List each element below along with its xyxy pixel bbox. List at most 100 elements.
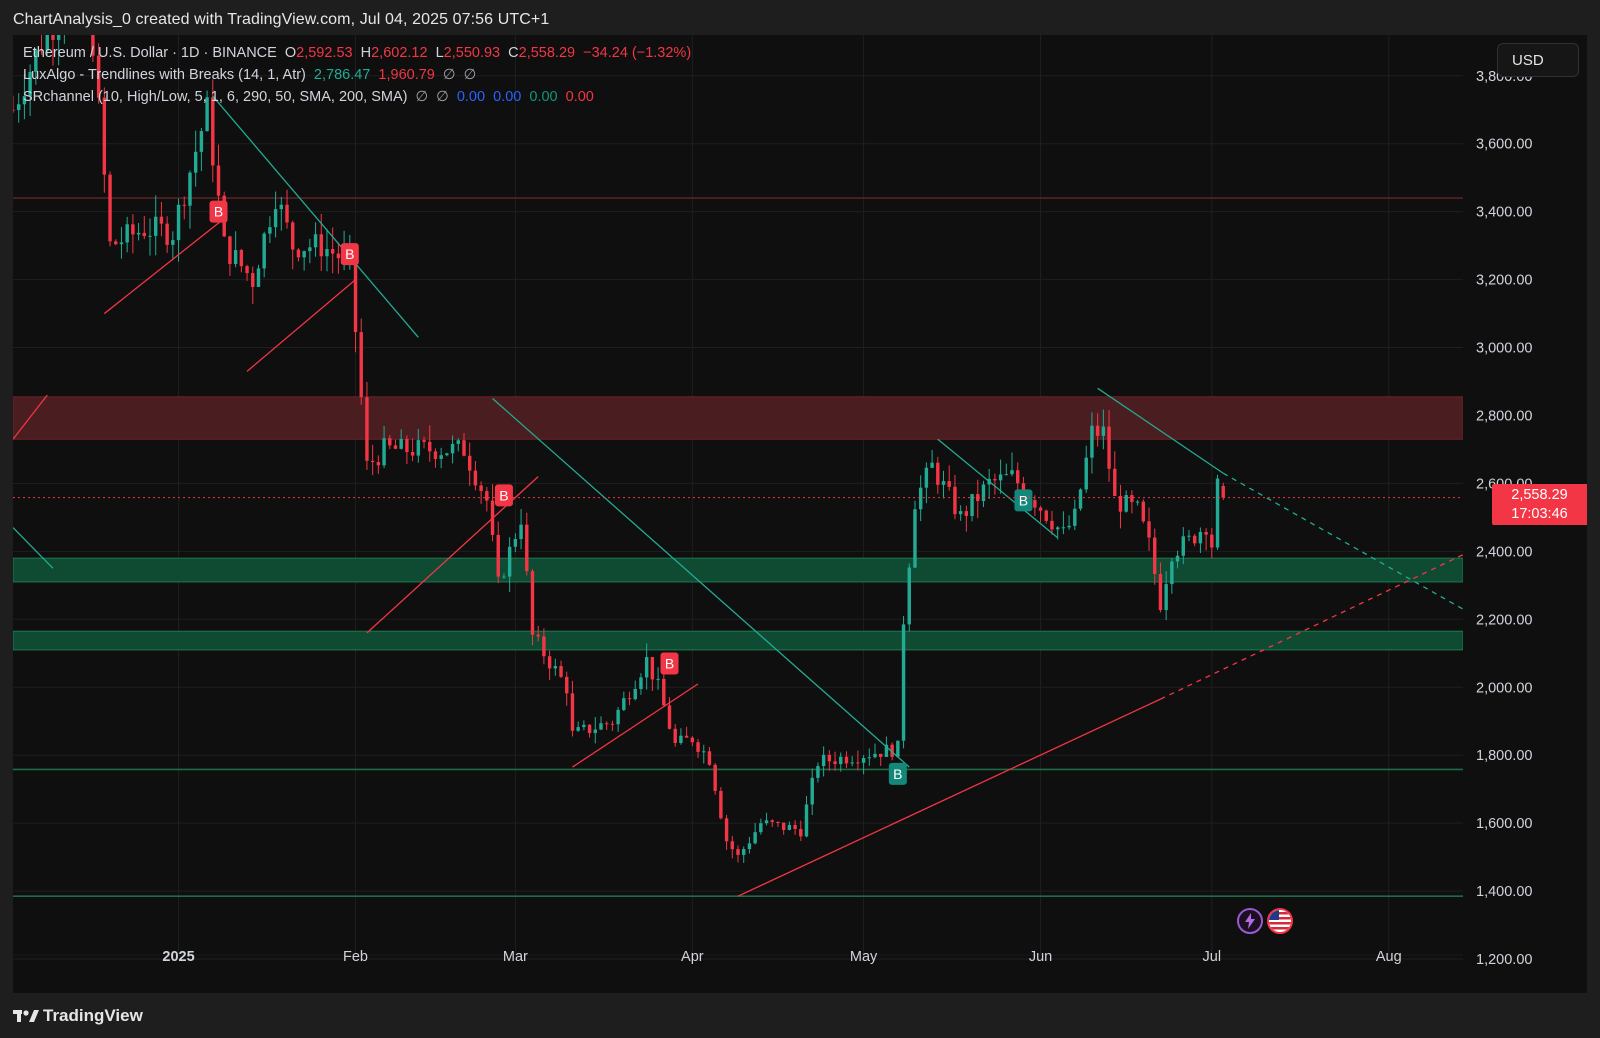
price-chart[interactable]: B B B B B B 1,200.00 1,400.00 1,600.00 1,800.00 2,… — [13, 35, 1587, 993]
candle-body — [445, 453, 449, 456]
candle-body — [228, 236, 232, 265]
low-value: 2,550.93 — [443, 45, 501, 61]
candle-body — [262, 233, 266, 269]
indicator-srchannel-name[interactable]: SRchannel (10, High/Low, 5, 1, 6, 290, 5… — [23, 89, 407, 105]
candle-body — [559, 666, 563, 677]
candle-body — [844, 756, 849, 764]
bearish-break-signal: B — [209, 200, 228, 223]
candle-body — [1141, 501, 1146, 522]
candle-body — [313, 234, 318, 248]
indicator-trendlines-name[interactable]: LuxAlgo - Trendlines with Breaks (14, 1,… — [23, 67, 306, 83]
candle-body — [930, 462, 934, 468]
candle-body — [519, 524, 523, 540]
candle-body — [136, 232, 141, 235]
candle-body — [1181, 536, 1185, 556]
resistance-trendline — [212, 95, 419, 338]
candle-body — [388, 438, 392, 446]
candle-body — [148, 235, 152, 237]
candle-body — [1073, 508, 1077, 526]
candle-body — [325, 249, 329, 257]
candle-body — [1090, 425, 1094, 458]
candle-body — [302, 251, 306, 258]
candle-body — [593, 729, 597, 734]
symbol-legend: Ethereum / U.S. Dollar · 1D · BINANCE O2… — [23, 45, 695, 61]
candle-body — [599, 723, 603, 730]
time-tick-label: Jul — [1203, 949, 1222, 965]
candle-body — [964, 511, 969, 516]
candle-body — [1158, 574, 1163, 611]
high-value: 2,602.12 — [371, 45, 428, 61]
candle-body — [1067, 525, 1071, 528]
time-tick-label: Apr — [681, 949, 704, 965]
candle-body — [833, 761, 837, 765]
candle-body — [171, 240, 175, 245]
candle-body — [176, 204, 181, 241]
close-label: C — [508, 45, 519, 61]
candle-body — [142, 232, 147, 237]
candle-body — [656, 678, 660, 680]
candle-body — [273, 209, 278, 228]
candle-body — [587, 724, 592, 734]
candle-body — [296, 249, 301, 258]
candle-body — [953, 486, 957, 515]
candle-body — [1130, 495, 1134, 502]
signal-label: B — [665, 655, 674, 671]
candle-body — [370, 460, 375, 463]
time-tick-label: Jun — [1029, 949, 1052, 965]
footer-bar — [0, 993, 1600, 1038]
candle-body — [376, 462, 381, 466]
hidden-plot-icon: ∅ — [436, 89, 449, 105]
candle-body — [644, 657, 649, 678]
candle-body — [450, 443, 455, 454]
us-flag-event-icon[interactable] — [1267, 908, 1293, 934]
lightning-event-icon[interactable] — [1237, 908, 1263, 934]
candle-body — [159, 216, 164, 224]
support-zone — [13, 630, 1464, 651]
candle-body — [1044, 510, 1048, 521]
candle-body — [405, 438, 409, 452]
time-tick-label: May — [850, 949, 878, 965]
candle-body — [456, 440, 460, 444]
candle-body — [741, 849, 746, 855]
candle-body — [627, 698, 632, 700]
time-tick-label: Mar — [503, 949, 528, 965]
candle-body — [330, 249, 335, 254]
price-tick-label: 3,000.00 — [1476, 341, 1532, 357]
current-price-tag: 2,558.29 17:03:46 — [1492, 484, 1587, 525]
candle-body — [1084, 457, 1088, 490]
candle-body — [1210, 534, 1214, 548]
symbol-name[interactable]: Ethereum / U.S. Dollar · 1D · BINANCE — [23, 45, 277, 61]
candle-body — [679, 735, 683, 743]
candle-body — [393, 445, 398, 449]
candle-body — [216, 165, 221, 196]
candle-body — [542, 636, 546, 657]
tradingview-logo[interactable]: TradingView — [13, 1006, 143, 1026]
candle-body — [13, 109, 15, 111]
price-tick-label: 1,800.00 — [1476, 748, 1532, 764]
candle-body — [525, 524, 529, 572]
open-value: 2,592.53 — [296, 45, 353, 61]
candle-body — [610, 723, 615, 725]
low-label: L — [435, 45, 444, 61]
time-tick-label: 2025 — [162, 949, 194, 965]
candle-body — [1055, 527, 1060, 530]
currency-button[interactable]: USD — [1497, 43, 1579, 77]
price-tick-label: 3,400.00 — [1476, 205, 1532, 221]
resistance-trendline — [1222, 472, 1464, 610]
candle-body — [256, 268, 261, 287]
candle-body — [439, 455, 443, 459]
candle-body — [565, 676, 569, 694]
candle-body — [827, 754, 832, 762]
candle-body — [462, 440, 466, 456]
candle-body — [879, 753, 883, 757]
candle-body — [622, 698, 626, 710]
candle-body — [428, 441, 432, 452]
candle-body — [821, 754, 826, 767]
chart-pane[interactable]: B B B B B B 1,200.00 1,400.00 1,600.00 1,800.00 2,… — [13, 35, 1587, 993]
candle-body — [747, 843, 752, 850]
candle-body — [1175, 555, 1180, 562]
candle-body — [1095, 425, 1100, 436]
candle-body — [776, 821, 780, 823]
candle-body — [530, 571, 535, 635]
candle-body — [382, 438, 386, 466]
